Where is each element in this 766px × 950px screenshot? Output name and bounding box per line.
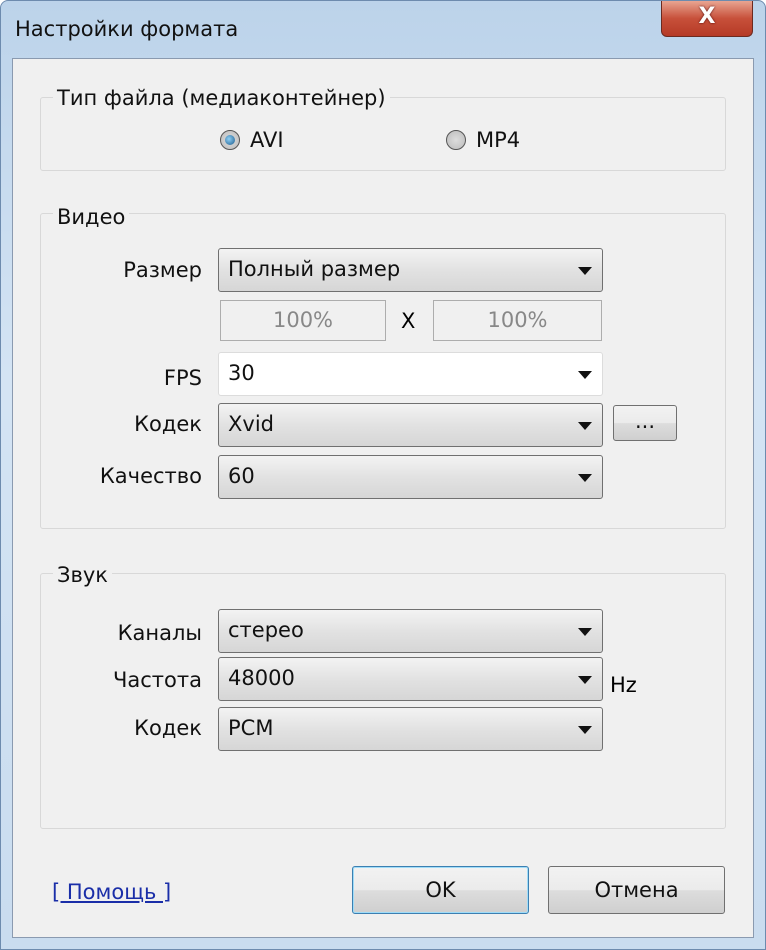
help-link[interactable]: [ Помощь ] [52,880,171,904]
frequency-label: Частота [113,668,202,692]
chevron-down-icon [578,474,592,482]
file-type-legend: Тип файла (медиаконтейнер) [53,86,390,110]
radio-mp4-label[interactable]: MP4 [476,128,520,152]
frequency-combo[interactable]: 48000 [218,657,603,701]
audio-codec-combo[interactable]: PCM [218,707,603,751]
channels-label: Каналы [117,621,202,645]
frequency-value: 48000 [228,666,295,690]
video-codec-value: Xvid [228,412,274,436]
frequency-unit: Hz [610,673,637,697]
chevron-down-icon [578,726,592,734]
audio-codec-label: Кодек [134,716,202,740]
width-field[interactable]: 100% [220,300,386,341]
quality-label: Качество [99,464,202,488]
codec-settings-button[interactable]: ... [613,405,677,441]
channels-combo[interactable]: стерео [218,609,603,653]
chevron-down-icon [578,267,592,275]
chevron-down-icon [578,371,592,379]
fps-value: 30 [228,361,255,385]
audio-legend: Звук [53,563,112,587]
window-title: Настройки формата [15,17,239,41]
chevron-down-icon [578,422,592,430]
fps-label: FPS [163,366,202,390]
radio-avi-label[interactable]: AVI [250,128,284,152]
ok-button[interactable]: OK [352,866,529,914]
fps-combo[interactable]: 30 [218,352,603,396]
quality-combo[interactable]: 60 [218,455,603,499]
quality-value: 60 [228,464,255,488]
size-value: Полный размер [228,257,401,281]
chevron-down-icon [578,628,592,636]
cancel-button[interactable]: Отмена [548,866,725,914]
chevron-down-icon [578,676,592,684]
size-label: Размер [123,258,202,282]
height-field[interactable]: 100% [433,300,602,341]
channels-value: стерео [228,618,304,642]
audio-codec-value: PCM [228,716,274,740]
video-codec-label: Кодек [134,412,202,436]
radio-avi[interactable] [220,130,240,150]
radio-mp4[interactable] [446,130,466,150]
size-combo[interactable]: Полный размер [218,248,603,292]
close-button[interactable]: X [661,1,753,37]
video-codec-combo[interactable]: Xvid [218,403,603,447]
video-legend: Видео [53,205,130,229]
size-separator: X [401,309,416,333]
